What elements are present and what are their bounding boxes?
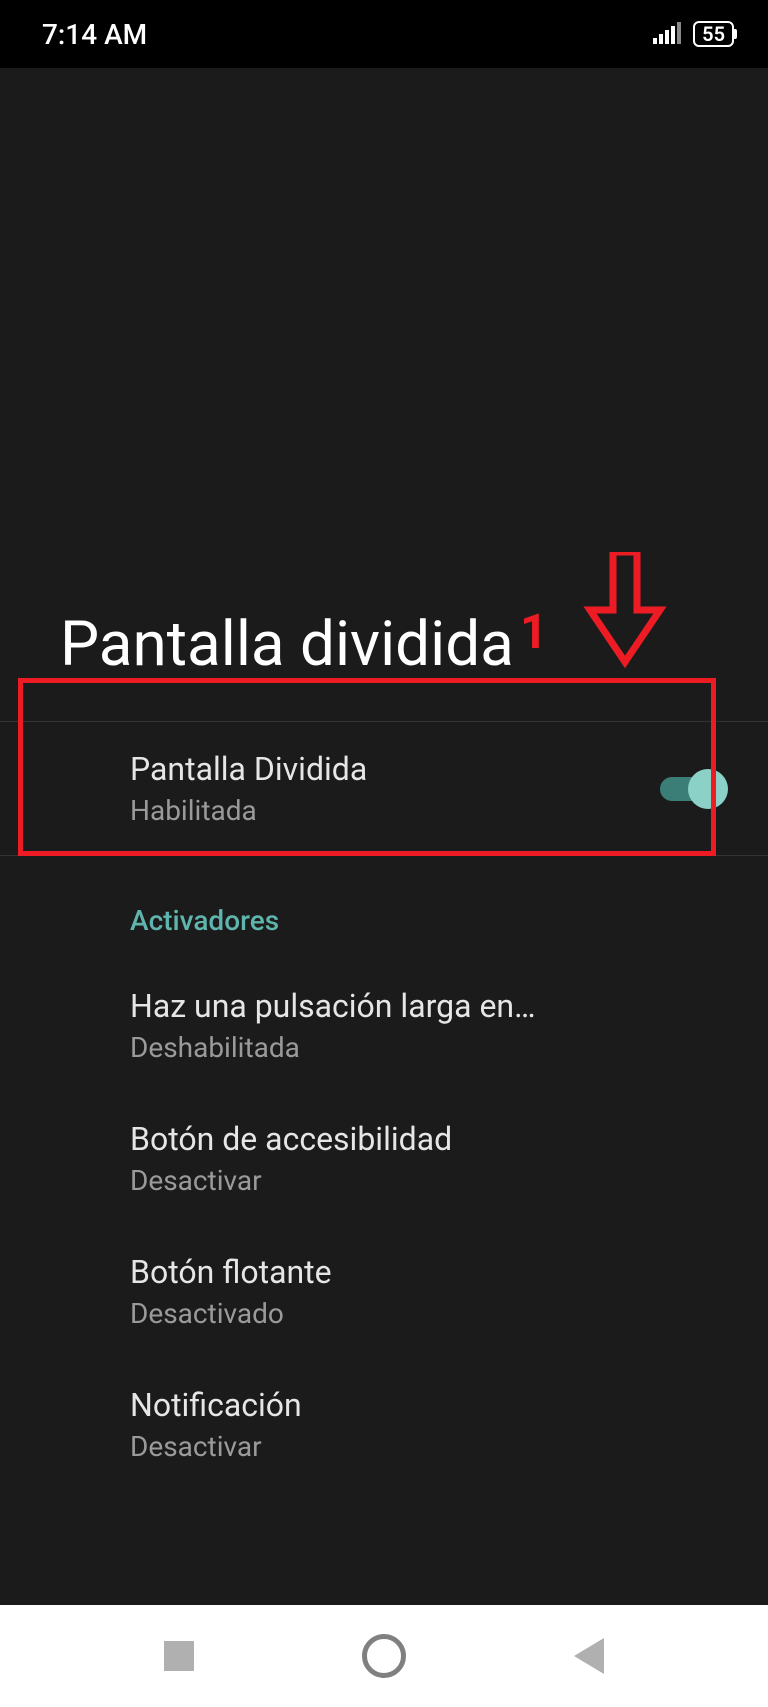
setting-subtitle: Habilitada [130,794,640,827]
setting-subtitle: Deshabilitada [130,1031,728,1064]
status-bar: 7:14 AM 55 [0,0,768,68]
setting-text: Botón flotante Desactivado [130,1253,728,1330]
setting-notification[interactable]: Notificación Desactivar [0,1358,768,1491]
setting-long-press[interactable]: Haz una pulsación larga en… Deshabilitad… [0,959,768,1092]
triangle-icon [574,1638,604,1674]
setting-subtitle: Desactivar [130,1164,728,1197]
setting-split-screen-toggle[interactable]: Pantalla Dividida Habilitada [0,721,768,856]
setting-floating-button[interactable]: Botón flotante Desactivado [0,1225,768,1358]
navigation-bar [0,1605,768,1707]
setting-title: Notificación [130,1386,728,1424]
setting-title: Botón de accesibilidad [130,1120,728,1158]
nav-back-button[interactable] [574,1638,604,1674]
setting-subtitle: Desactivado [130,1297,728,1330]
nav-home-button[interactable] [362,1634,406,1678]
setting-text: Botón de accesibilidad Desactivar [130,1120,728,1197]
signal-icon [653,18,683,51]
setting-text: Notificación Desactivar [130,1386,728,1463]
setting-subtitle: Desactivar [130,1430,728,1463]
toggle-switch[interactable] [660,769,728,809]
settings-content: Pantalla dividida Pantalla Dividida Habi… [0,68,768,1491]
circle-icon [362,1634,406,1678]
switch-thumb [688,769,728,809]
setting-text: Haz una pulsación larga en… Deshabilitad… [130,987,728,1064]
battery-icon: 55 [693,21,734,47]
setting-title: Pantalla Dividida [130,750,640,788]
status-right: 55 [653,18,734,51]
setting-text: Pantalla Dividida Habilitada [130,750,640,827]
annotation-number-1: 1 [520,603,548,660]
setting-title: Botón flotante [130,1253,728,1291]
section-header-activators: Activadores [0,856,768,959]
status-time: 7:14 AM [42,18,147,51]
nav-recent-button[interactable] [164,1641,194,1671]
setting-accessibility-button[interactable]: Botón de accesibilidad Desactivar [0,1092,768,1225]
square-icon [164,1641,194,1671]
annotation-arrow-icon [580,552,670,676]
setting-title: Haz una pulsación larga en… [130,987,728,1025]
